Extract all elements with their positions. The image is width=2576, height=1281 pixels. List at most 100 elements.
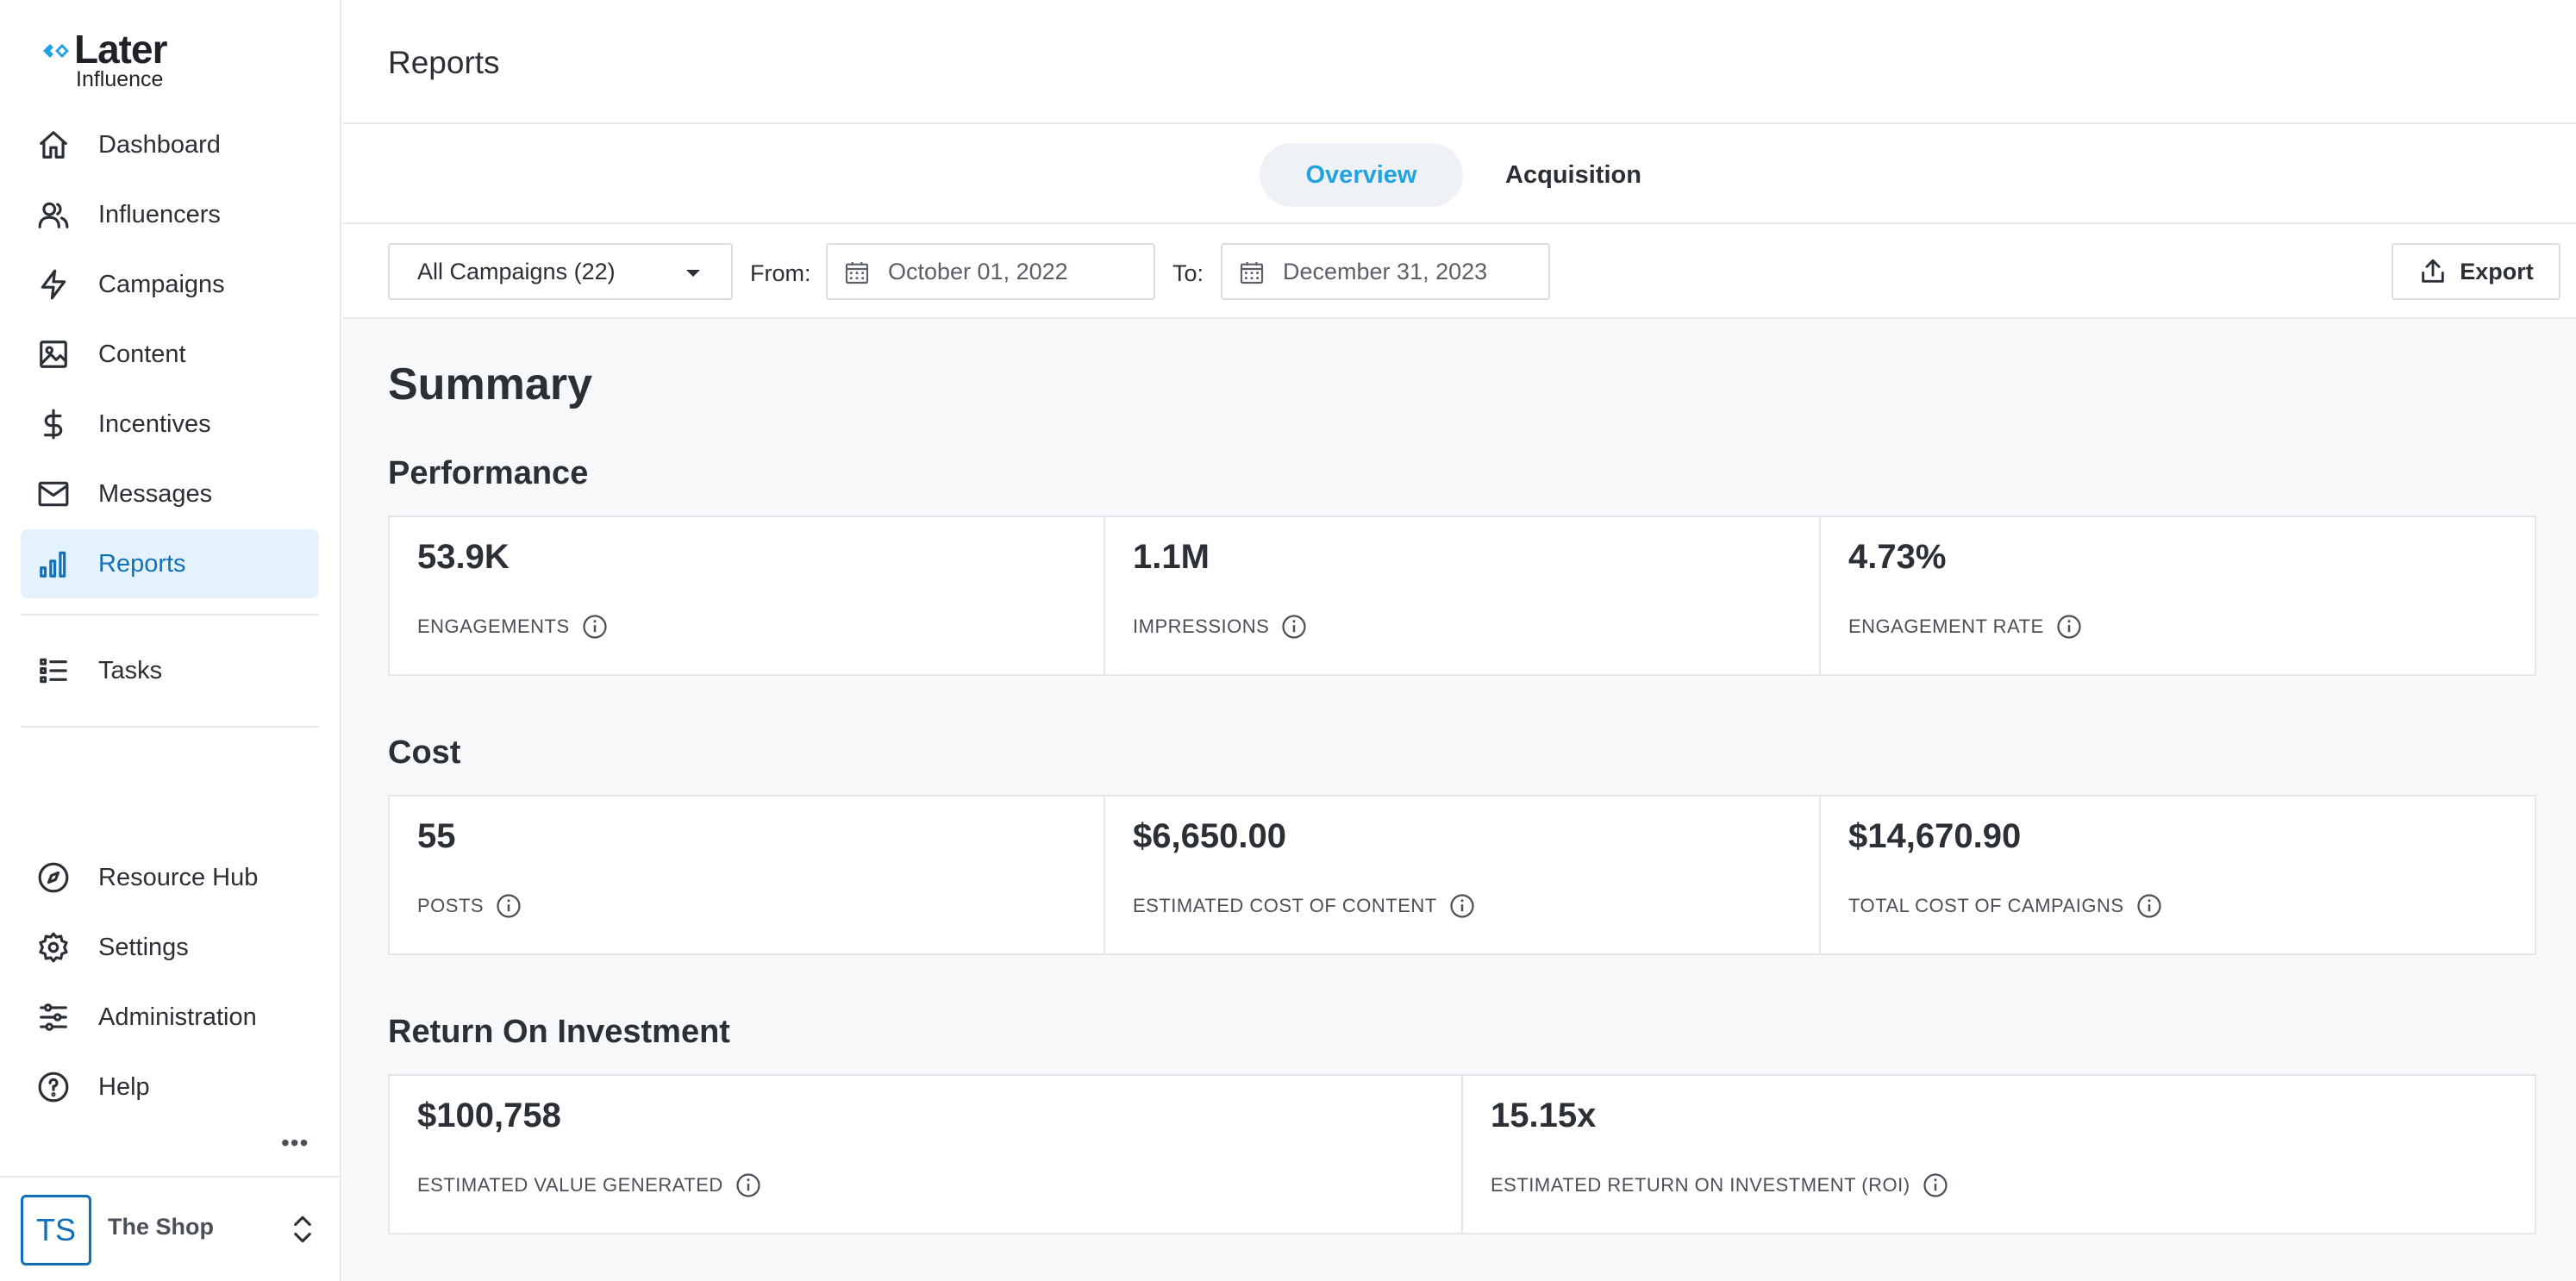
metric-label-text: ESTIMATED RETURN ON INVESTMENT (ROI) — [1491, 1174, 1910, 1196]
image-icon — [36, 337, 71, 372]
metric-card-posts: 55 POSTS — [388, 795, 1105, 955]
metric-label: ESTIMATED COST OF CONTENT — [1133, 893, 1475, 919]
page-title: Reports — [388, 45, 500, 80]
sidebar-item-incentives[interactable]: Incentives — [21, 390, 319, 459]
calendar-icon — [1240, 262, 1264, 284]
nav-divider — [21, 726, 319, 728]
info-icon[interactable] — [735, 1172, 761, 1198]
sidebar-item-content[interactable]: Content — [21, 320, 319, 389]
more-options-icon[interactable]: ••• — [281, 1129, 309, 1157]
metric-label: POSTS — [417, 893, 522, 919]
help-icon — [36, 1070, 71, 1104]
info-icon[interactable] — [1923, 1172, 1948, 1198]
roi-title: Return On Investment — [388, 1014, 730, 1050]
later-logo-icon — [43, 44, 69, 58]
compass-icon — [36, 860, 71, 895]
sidebar-item-tasks[interactable]: Tasks — [21, 636, 319, 705]
home-icon — [36, 128, 71, 162]
info-icon[interactable] — [496, 893, 522, 919]
metric-value: 55 — [417, 817, 456, 855]
metric-label-text: ENGAGEMENTS — [417, 616, 570, 637]
performance-title: Performance — [388, 455, 589, 491]
sidebar-item-label: Influencers — [98, 200, 221, 228]
info-icon[interactable] — [582, 614, 608, 640]
metric-label-text: ESTIMATED COST OF CONTENT — [1133, 895, 1437, 916]
from-label: From: — [750, 260, 811, 286]
campaign-select-value: All Campaigns (22) — [417, 258, 616, 284]
from-date-input[interactable]: October 01, 2022 — [826, 243, 1155, 300]
metric-label-text: POSTS — [417, 895, 485, 916]
tab-acquisition[interactable]: Acquisition — [1483, 143, 1664, 207]
shop-name: The Shop — [108, 1214, 214, 1240]
performance-cards: 53.9K ENGAGEMENTS 1.1M IMPRESSIONS 4.73%… — [388, 516, 2536, 676]
metric-card-estimated-cost: $6,650.00 ESTIMATED COST OF CONTENT — [1104, 795, 1821, 955]
metric-value: $100,758 — [417, 1097, 561, 1134]
sidebar-item-reports[interactable]: Reports — [21, 529, 319, 598]
lightning-icon — [36, 267, 71, 302]
metric-label-text: TOTAL COST OF CAMPAIGNS — [1848, 895, 2124, 916]
sidebar-item-label: Dashboard — [98, 130, 221, 159]
bottom-nav: Resource Hub Settings Administration Hel… — [21, 843, 319, 1122]
sidebar-item-label: Tasks — [98, 656, 163, 684]
metric-label-text: ENGAGEMENT RATE — [1848, 616, 2044, 637]
calendar-icon — [845, 262, 869, 284]
main-content: Reports Overview Acquisition All Campaig… — [343, 0, 2576, 1281]
to-date-input[interactable]: December 31, 2023 — [1221, 243, 1550, 300]
logo-text: Later — [74, 27, 167, 72]
export-label: Export — [2460, 258, 2534, 284]
sidebar-item-influencers[interactable]: Influencers — [21, 180, 319, 249]
info-icon[interactable] — [1281, 614, 1307, 640]
filter-bar: All Campaigns (22) From: October 01, 202… — [343, 224, 2576, 319]
metric-value: $6,650.00 — [1133, 817, 1286, 855]
metric-card-roi: 15.15x ESTIMATED RETURN ON INVESTMENT (R… — [1461, 1074, 2536, 1234]
list-icon — [36, 653, 71, 688]
campaign-select[interactable]: All Campaigns (22) — [388, 243, 733, 300]
metric-label: ESTIMATED RETURN ON INVESTMENT (ROI) — [1491, 1172, 1948, 1198]
info-icon[interactable] — [2056, 614, 2082, 640]
metric-label: IMPRESSIONS — [1133, 614, 1307, 640]
sidebar-item-help[interactable]: Help — [21, 1053, 319, 1122]
tasks-nav: Tasks — [21, 636, 319, 706]
avatar: TS — [21, 1195, 91, 1265]
sidebar-item-label: Administration — [98, 1003, 257, 1031]
sidebar-item-label: Settings — [98, 933, 189, 961]
sidebar-item-label: Resource Hub — [98, 863, 259, 891]
metric-card-engagement-rate: 4.73% ENGAGEMENT RATE — [1819, 516, 2536, 676]
cost-cards: 55 POSTS $6,650.00 ESTIMATED COST OF CON… — [388, 795, 2536, 955]
caret-down-icon — [686, 270, 700, 277]
sidebar-item-label: Help — [98, 1072, 150, 1101]
gear-icon — [36, 930, 71, 965]
sidebar-item-administration[interactable]: Administration — [21, 983, 319, 1052]
logo-subtext: Influence — [76, 67, 164, 91]
sliders-icon — [36, 1000, 71, 1034]
sidebar-item-label: Messages — [98, 479, 213, 508]
metric-label: ESTIMATED VALUE GENERATED — [417, 1172, 761, 1198]
sidebar-item-resource-hub[interactable]: Resource Hub — [21, 843, 319, 912]
sidebar-item-label: Incentives — [98, 409, 211, 438]
export-button[interactable]: Export — [2392, 243, 2560, 300]
metric-value: $14,670.90 — [1848, 817, 2022, 855]
nav-divider — [21, 614, 319, 616]
sidebar-item-dashboard[interactable]: Dashboard — [21, 110, 319, 179]
mail-icon — [36, 477, 71, 511]
users-icon — [36, 197, 71, 232]
metric-label: TOTAL COST OF CAMPAIGNS — [1848, 893, 2162, 919]
info-icon[interactable] — [1449, 893, 1475, 919]
account-switcher[interactable]: TS The Shop — [0, 1176, 340, 1281]
metric-card-engagements: 53.9K ENGAGEMENTS — [388, 516, 1105, 676]
export-icon — [2422, 259, 2444, 283]
sidebar-item-settings[interactable]: Settings — [21, 913, 319, 982]
sidebar-item-messages[interactable]: Messages — [21, 459, 319, 528]
metric-card-estimated-value: $100,758 ESTIMATED VALUE GENERATED — [388, 1074, 1463, 1234]
sidebar-item-label: Campaigns — [98, 270, 225, 298]
metric-card-total-cost: $14,670.90 TOTAL COST OF CAMPAIGNS — [1819, 795, 2536, 955]
metric-label-text: ESTIMATED VALUE GENERATED — [417, 1174, 723, 1196]
info-icon[interactable] — [2136, 893, 2162, 919]
sidebar-item-label: Content — [98, 340, 186, 368]
metric-value: 15.15x — [1491, 1097, 1597, 1134]
dollar-icon — [36, 407, 71, 441]
summary-title: Summary — [388, 359, 592, 409]
metric-value: 53.9K — [417, 538, 510, 576]
tab-overview[interactable]: Overview — [1260, 143, 1463, 207]
sidebar-item-campaigns[interactable]: Campaigns — [21, 250, 319, 319]
